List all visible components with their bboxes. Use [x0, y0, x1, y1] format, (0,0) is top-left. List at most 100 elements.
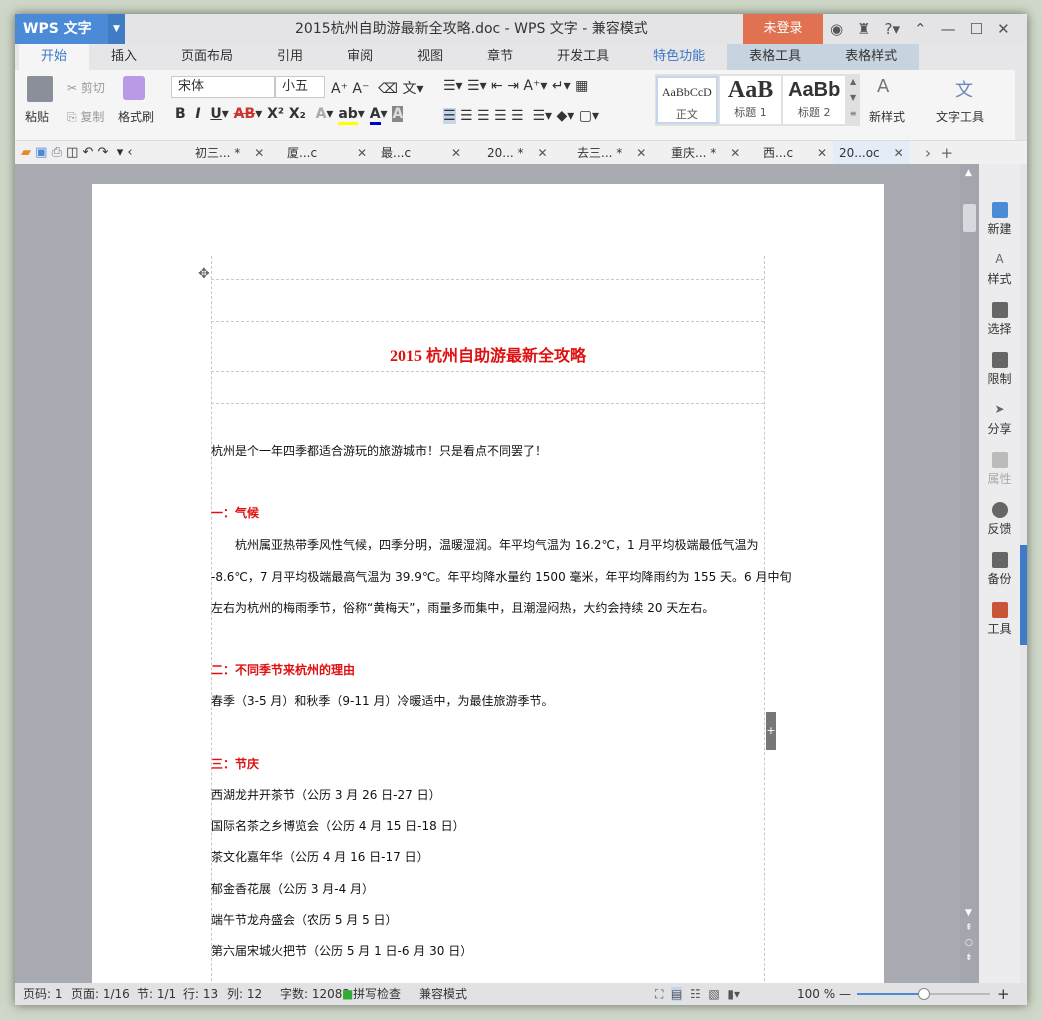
panel-label: 属性 [987, 472, 1012, 486]
tab-review[interactable]: 审阅 [325, 44, 395, 70]
paste-icon[interactable] [27, 76, 53, 102]
panel-select[interactable]: 选择 [979, 302, 1020, 337]
tab-section[interactable]: 章节 [465, 44, 535, 70]
new-style-button[interactable]: 新样式 [869, 108, 905, 125]
paragraph: -8.6℃，7 月平均极端最高气温为 39.9℃。年平均降水量约 1500 毫米… [211, 570, 792, 584]
panel-tools[interactable]: 工具 [979, 602, 1020, 637]
panel-style[interactable]: A 样式 [979, 252, 1020, 287]
text-tools-button[interactable]: 文字工具 [936, 108, 984, 125]
style-gallery-scroll[interactable]: ▲ ▼ ≡ [846, 74, 860, 126]
list-item: 第六届宋城火把节（公历 5 月 1 日-6 月 30 日） [211, 944, 473, 958]
add-row-handle[interactable]: + [766, 712, 776, 750]
doc-tab[interactable]: 厦...c ✕ [287, 141, 367, 165]
tab-table-style[interactable]: 表格样式 [823, 44, 920, 70]
close-icon[interactable]: ✕ [636, 146, 646, 160]
zoom-in-button[interactable]: + [997, 983, 1010, 1005]
tab-page-layout[interactable]: 页面布局 [159, 44, 255, 70]
close-icon[interactable]: ✕ [730, 146, 740, 160]
tab-view[interactable]: 视图 [395, 44, 465, 70]
close-icon[interactable]: ✕ [451, 146, 461, 160]
style-normal[interactable]: AaBbCcD 正文 [656, 76, 718, 124]
doc-tab[interactable]: 重庆... * ✕ [671, 141, 740, 165]
skin-icon[interactable]: ◉ [830, 20, 843, 38]
close-icon[interactable]: ✕ [538, 146, 548, 160]
paragraph: 杭州属亚热带季风性气候，四季分明，温暖湿润。年平均气温为 16.2℃，1 月平均… [211, 538, 759, 552]
panel-share[interactable]: ➤ 分享 [979, 402, 1020, 437]
status-row: 行: 13 [183, 987, 219, 1001]
close-icon[interactable]: ✕ [254, 146, 264, 160]
zoom-slider-fill [857, 993, 924, 995]
title-bar: WPS 文字 ▼ 2015杭州自助游最新全攻略.doc - WPS 文字 - 兼容… [15, 14, 1027, 44]
spell-check-indicator: ■ [342, 987, 354, 1001]
doc-tab-label: 重庆... * [671, 146, 717, 160]
list-buttons[interactable]: ☰▾ ☰▾ ⇤ ⇥ A⁺▾ ↵▾ ▦ [443, 78, 588, 94]
close-icon[interactable]: ✕ [817, 146, 827, 160]
maximize-icon[interactable]: ☐ [970, 20, 983, 38]
tab-developer[interactable]: 开发工具 [535, 44, 631, 70]
doc-tab[interactable]: 最...c ✕ [381, 141, 461, 165]
panel-new[interactable]: 新建 [979, 202, 1020, 237]
vertical-scrollbar[interactable]: ▲ ▼ ⇞ ○ ⇟ [960, 164, 979, 983]
cut-label: 剪切 [80, 81, 105, 95]
quick-access-toolbar[interactable]: ▰ ▣ ⎙ ◫ ↶ ↷ ▾ ‹ [21, 141, 133, 165]
doc-tab[interactable]: 西...c ✕ [763, 141, 827, 165]
cut-button[interactable]: ✂ 剪切 [67, 79, 105, 96]
help-icon[interactable]: ?▾ [885, 20, 901, 38]
copy-button[interactable]: ⎘ 复制 [67, 108, 104, 125]
document-area: ✥ 2015 杭州自助游最新全攻略 杭州是个一年四季都适合游玩的旅游城市！只是看… [15, 164, 960, 983]
login-button[interactable]: 未登录 [743, 14, 823, 44]
font-size-select[interactable]: 小五 [275, 76, 325, 98]
doc-tab[interactable]: 去三... * ✕ [577, 141, 646, 165]
panel-feedback[interactable]: 反馈 [979, 502, 1020, 537]
compat-mode: 兼容模式 [419, 987, 468, 1001]
close-icon[interactable]: ✕ [997, 20, 1010, 38]
scrollbar-thumb[interactable] [963, 204, 976, 232]
style-heading-2[interactable]: AaBb 标题 2 [783, 76, 846, 124]
zoom-slider-thumb[interactable] [917, 988, 930, 1000]
status-page-number: 页码: 1 [23, 987, 63, 1001]
zoom-out-button[interactable]: — [839, 983, 851, 1005]
panel-restrict[interactable]: 限制 [979, 352, 1020, 387]
new-doc-icon [991, 202, 1008, 218]
collapse-ribbon-icon[interactable]: ⌃ [914, 20, 927, 38]
zoom-slider[interactable] [857, 988, 990, 1000]
close-icon[interactable]: ✕ [357, 146, 367, 160]
tab-insert[interactable]: 插入 [89, 44, 159, 70]
font-size-buttons[interactable]: A⁺ A⁻ ⌫ 文▾ [331, 78, 424, 98]
panel-properties[interactable]: 属性 [979, 452, 1020, 487]
tab-table-tools[interactable]: 表格工具 [727, 44, 824, 70]
panel-backup[interactable]: 备份 [979, 552, 1020, 587]
tab-home[interactable]: 开始 [19, 44, 90, 70]
wps-menu-button[interactable]: WPS 文字 ▼ [15, 14, 125, 44]
heading: 二：不同季节来杭州的理由 [211, 663, 356, 677]
paste-button[interactable]: 粘贴 [25, 108, 49, 125]
tab-references[interactable]: 引用 [255, 44, 325, 70]
status-section: 节: 1/1 [137, 987, 177, 1001]
panel-expand-handle[interactable] [1020, 545, 1027, 645]
align-buttons[interactable]: ☰ ☰ ☰ ☰ ☰ ☰▾ ◆▾ ▢▾ [443, 108, 599, 124]
view-mode-icons[interactable]: ⛶ ▤ ☷ ▧ ▮▾ [655, 983, 740, 1005]
style-label: 标题 2 [797, 106, 831, 119]
chat-icon [991, 502, 1008, 518]
document-page[interactable]: ✥ 2015 杭州自助游最新全攻略 杭州是个一年四季都适合游玩的旅游城市！只是看… [92, 184, 884, 983]
style-heading-1[interactable]: AaB 标题 1 [719, 76, 782, 124]
page-nav-icons[interactable]: ▼ ⇞ ○ ⇟ [965, 906, 973, 966]
font-select[interactable]: 宋体 [171, 76, 275, 98]
tab-special[interactable]: 特色功能 [631, 44, 727, 70]
doc-tab[interactable]: 初三... * ✕ [195, 141, 264, 165]
format-painter-icon[interactable] [123, 76, 145, 100]
new-tab-button[interactable]: › + [925, 141, 953, 165]
scroll-up-icon[interactable]: ▲ [965, 168, 972, 178]
minimize-icon[interactable]: — [941, 20, 956, 38]
chevron-down-icon[interactable]: ▼ [108, 14, 125, 44]
move-handle-icon[interactable]: ✥ [198, 266, 210, 282]
text-tools-icon: 文 [955, 80, 973, 101]
format-painter-button[interactable]: 格式刷 [118, 108, 154, 125]
format-buttons[interactable]: B I U▾ AB▾ X² X₂ A▾ ab▾ A▾ A [175, 106, 404, 125]
close-icon[interactable]: ✕ [894, 146, 904, 160]
panel-label: 限制 [987, 372, 1012, 386]
shirt-icon[interactable]: ♜ [857, 20, 870, 38]
lock-doc-icon [991, 352, 1008, 368]
spell-check-button[interactable]: 拼写检查 [353, 983, 401, 1005]
doc-tab[interactable]: 20... * ✕ [487, 141, 548, 165]
